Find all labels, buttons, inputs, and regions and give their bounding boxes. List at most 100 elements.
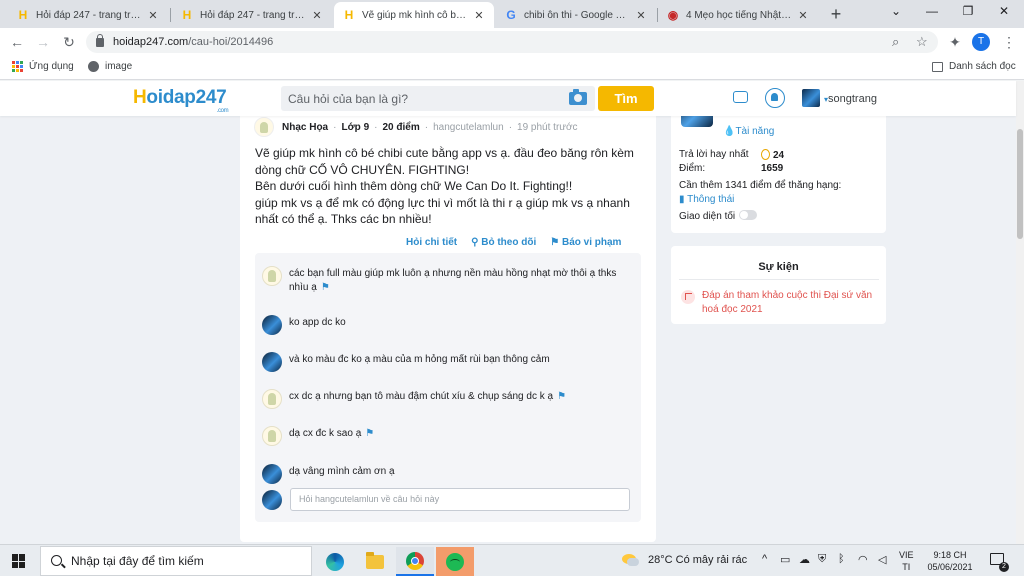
onedrive-icon[interactable]: ☁ [799, 553, 810, 566]
security-icon[interactable]: ⛨ [818, 553, 826, 566]
question-meta: Nhạc Họa · Lớp 9 · 20 điểm · hangcutelam… [254, 117, 578, 137]
browser-tab-4[interactable]: G chibi ôn thi - Google Tìm ✕ [496, 2, 656, 28]
comment-text: cx dc ạ nhưng bạn tô màu đậm chút xíu & … [289, 391, 554, 402]
forward-icon[interactable]: → [34, 33, 52, 51]
comment-text: và ko màu đc ko ạ màu của m hỏng mất rùi… [289, 354, 550, 365]
browser-tab-3-active[interactable]: H Vẽ giúp mk hình cô bé chi ✕ [334, 2, 494, 28]
search-button[interactable]: Tìm [598, 86, 654, 111]
ask-detail-link[interactable]: Hỏi chi tiết [406, 237, 457, 248]
page-viewport: Hoidap247 .com Câu hỏi của bạn là gì? Tì… [0, 81, 1024, 544]
site-logo[interactable]: Hoidap247 .com [133, 87, 229, 114]
back-icon[interactable]: ← [8, 33, 26, 51]
edge-icon [326, 552, 344, 571]
windows-start-icon[interactable] [12, 554, 26, 568]
best-answers-row: Trả lời hay nhất 24 [679, 149, 785, 161]
browser-tab-1[interactable]: H Hỏi đáp 247 - trang tra lời ✕ [8, 2, 168, 28]
restore-icon[interactable]: ❐ [958, 4, 978, 18]
bell-icon[interactable] [765, 88, 785, 108]
globe-icon [88, 61, 99, 72]
avatar[interactable] [802, 89, 820, 107]
avatar[interactable] [262, 426, 282, 446]
close-icon[interactable]: ✕ [310, 9, 324, 22]
language-indicator[interactable]: VIE TI [899, 549, 914, 573]
tab-title: Vẽ giúp mk hình cô bé chi [362, 9, 468, 21]
taskbar-search[interactable]: Nhập tại đây để tìm kiếm [40, 546, 312, 576]
avatar[interactable] [262, 315, 282, 335]
chrome-app[interactable] [396, 547, 434, 576]
flag-icon[interactable]: ⚑ [557, 391, 566, 402]
subject-label[interactable]: Nhạc Họa [282, 122, 328, 133]
grade-label[interactable]: Lớp 9 [341, 122, 369, 133]
comment-item: cx dc ạ nhưng bạn tô màu đậm chút xíu & … [262, 389, 622, 409]
bluetooth-icon[interactable]: ᛒ [838, 553, 845, 565]
dark-mode-toggle[interactable] [739, 210, 758, 220]
reload-icon[interactable]: ↻ [60, 33, 78, 51]
extensions-icon[interactable]: ✦ [946, 33, 964, 51]
new-tab-button[interactable]: + [826, 4, 846, 25]
user-menu[interactable]: ▾songtrang [824, 93, 877, 105]
author-name[interactable]: hangcutelamlun [433, 122, 504, 133]
flag-icon[interactable]: ⚑ [321, 282, 330, 293]
spotify-app[interactable] [436, 547, 474, 576]
address-bar[interactable]: hoidap247.com/cau-hoi/2014496 ⌕ ☆ [86, 31, 938, 53]
reading-list-label: Danh sách đọc [949, 61, 1016, 72]
zoom-search-icon[interactable]: ⌕ [892, 34, 899, 50]
search-input[interactable]: Câu hỏi của bạn là gì? [281, 86, 595, 111]
comment-item: dạ cx đc k sao ạ ⚑ [262, 426, 622, 446]
report-link[interactable]: ⚑ Báo vi phạm [550, 237, 621, 248]
url-text: hoidap247.com/cau-hoi/2014496 [113, 36, 274, 48]
medal-icon [761, 149, 770, 160]
chevron-up-icon[interactable]: ^ [762, 553, 767, 565]
bookmark-apps[interactable]: Ứng dụng [12, 61, 74, 72]
close-icon[interactable]: ✕ [634, 9, 648, 22]
camera-icon[interactable] [569, 89, 587, 105]
windows-taskbar: Nhập tại đây để tìm kiếm 28°C Có mây rải… [0, 544, 1024, 576]
reading-list[interactable]: Danh sách đọc [932, 61, 1016, 72]
close-icon[interactable]: ✕ [796, 9, 810, 22]
unfollow-link[interactable]: ⚲ Bỏ theo dõi [471, 237, 536, 248]
meet-icon[interactable]: ▭ [780, 553, 790, 566]
event-card: Sự kiện Đáp án tham khảo cuộc thi Đại sứ… [671, 246, 886, 324]
flag-icon[interactable]: ⚑ [365, 428, 374, 439]
close-icon[interactable]: ✕ [146, 9, 160, 22]
avatar[interactable] [262, 352, 282, 372]
explorer-app[interactable] [356, 547, 394, 576]
chat-icon[interactable] [733, 91, 748, 103]
author-avatar[interactable] [254, 117, 274, 137]
close-icon[interactable]: ✕ [472, 9, 486, 22]
event-link[interactable]: Đáp án tham khảo cuộc thi Đại sứ văn hoá… [702, 289, 880, 317]
question-card: Nhạc Họa · Lớp 9 · 20 điểm · hangcutelam… [240, 105, 656, 542]
window-close-icon[interactable]: ✕ [994, 4, 1014, 18]
browser-tab-5[interactable]: ◉ 4 Mẹo học tiếng Nhật cơ ✕ [658, 2, 818, 28]
bookmark-star-icon[interactable]: ☆ [916, 34, 928, 50]
current-user-avatar [262, 490, 286, 510]
avatar[interactable] [262, 464, 282, 484]
chrome-icon [406, 551, 424, 570]
comment-input[interactable]: Hỏi hangcutelamlun về câu hỏi này [290, 488, 630, 511]
comment-text: các bạn full màu giúp mk luôn ạ nhưng nề… [289, 268, 617, 293]
apps-grid-icon [12, 61, 23, 72]
weather-icon[interactable] [622, 554, 639, 566]
avatar[interactable] [262, 389, 282, 409]
comment-item: dạ vâng mình cảm ơn ạ [262, 464, 622, 484]
minimize-icon[interactable]: — [922, 4, 942, 18]
profile-avatar[interactable]: T [972, 33, 990, 51]
clock[interactable]: 9:18 CH 05/06/2021 [921, 549, 979, 573]
tab-search-icon[interactable]: ⌄ [886, 4, 906, 18]
lock-icon [96, 33, 104, 47]
hoidap247-icon: H [344, 8, 354, 22]
avatar[interactable] [262, 266, 282, 286]
menu-icon[interactable]: ⋮ [1000, 33, 1018, 51]
volume-icon[interactable]: ◁ [878, 553, 886, 566]
wifi-icon[interactable]: ◠ [858, 553, 868, 566]
browser-tab-2[interactable]: H Hỏi đáp 247 - trang tra lời ✕ [172, 2, 332, 28]
bookmark-image[interactable]: image [88, 61, 132, 72]
bookmark-label: image [105, 61, 133, 72]
dark-mode-row: Giao diện tối [679, 210, 758, 222]
page-scrollbar[interactable] [1016, 81, 1024, 544]
tab-title: 4 Mẹo học tiếng Nhật cơ [686, 9, 792, 21]
scrollbar-thumb[interactable] [1017, 129, 1023, 239]
edge-app[interactable] [316, 547, 354, 576]
search-icon [51, 555, 62, 566]
weather-text[interactable]: 28°C Có mây rải rác [648, 554, 747, 566]
